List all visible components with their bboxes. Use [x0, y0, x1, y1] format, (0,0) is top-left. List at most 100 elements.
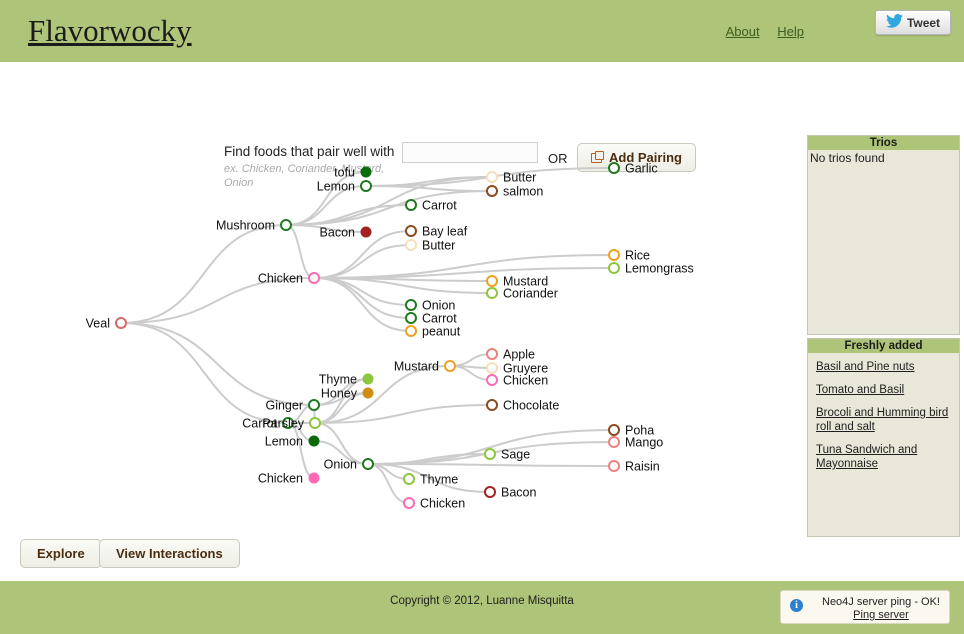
- graph-node[interactable]: Bay leaf: [405, 225, 468, 239]
- graph-node[interactable]: Butter: [405, 239, 455, 253]
- graph-node[interactable]: Carrot: [405, 199, 457, 213]
- graph-node-circle[interactable]: [309, 417, 321, 429]
- graph-node-circle[interactable]: [308, 399, 320, 411]
- graph-node[interactable]: Honey: [321, 387, 374, 401]
- graph-node-circle[interactable]: [486, 362, 498, 374]
- graph-node-circle[interactable]: [405, 225, 417, 237]
- graph-node-circle[interactable]: [360, 226, 372, 238]
- graph-node[interactable]: Parsley: [262, 417, 321, 431]
- freshly-added-title: Freshly added: [808, 339, 959, 353]
- graph-node[interactable]: Mango: [608, 436, 663, 450]
- flavor-graph[interactable]: Veal Mushroom Chicken tofu Lemon Bacon Butter s…: [0, 132, 800, 532]
- trios-panel-body: No trios found: [808, 150, 959, 166]
- graph-node-circle[interactable]: [484, 448, 496, 460]
- graph-node-circle[interactable]: [608, 262, 620, 274]
- graph-node-circle[interactable]: [360, 180, 372, 192]
- graph-node[interactable]: Lemon: [265, 435, 320, 449]
- graph-node[interactable]: Chocolate: [486, 399, 559, 413]
- graph-node-circle[interactable]: [486, 374, 498, 386]
- graph-node-circle[interactable]: [608, 436, 620, 448]
- nav-link-help[interactable]: Help: [777, 24, 804, 39]
- graph-node[interactable]: Chicken: [258, 272, 320, 286]
- graph-node-circle[interactable]: [608, 460, 620, 472]
- graph-node[interactable]: Rice: [608, 249, 650, 263]
- ping-status-text: Neo4J server ping - OK!: [822, 596, 940, 608]
- graph-edge: [120, 322, 289, 424]
- graph-node-circle[interactable]: [362, 387, 374, 399]
- graph-node-circle[interactable]: [403, 497, 415, 509]
- graph-node[interactable]: Lemongrass: [608, 262, 694, 276]
- graph-node-label: Rice: [625, 249, 650, 263]
- graph-node[interactable]: Onion: [324, 458, 374, 472]
- freshly-added-item[interactable]: Tuna Sandwich and Mayonnaise: [816, 443, 951, 471]
- graph-node-circle[interactable]: [486, 348, 498, 360]
- graph-node-label: Butter: [503, 171, 536, 185]
- graph-node[interactable]: Ginger: [265, 399, 320, 413]
- graph-node[interactable]: Apple: [486, 348, 535, 362]
- graph-node-label: Lemon: [265, 435, 303, 449]
- graph-node-circle[interactable]: [608, 249, 620, 261]
- graph-node-circle[interactable]: [362, 458, 374, 470]
- graph-node-circle[interactable]: [486, 399, 498, 411]
- graph-node-circle[interactable]: [486, 287, 498, 299]
- freshly-added-item[interactable]: Basil and Pine nuts: [816, 360, 951, 374]
- freshly-added-item[interactable]: Tomato and Basil: [816, 383, 951, 397]
- graph-node-circle[interactable]: [308, 272, 320, 284]
- graph-node-circle[interactable]: [360, 166, 372, 178]
- graph-node[interactable]: Bacon: [320, 226, 372, 240]
- graph-node-label: Raisin: [625, 460, 660, 474]
- graph-node-circle[interactable]: [405, 239, 417, 251]
- site-logo[interactable]: Flavorwocky: [28, 13, 192, 49]
- graph-node-circle[interactable]: [405, 325, 417, 337]
- graph-node-label: salmon: [503, 185, 543, 199]
- graph-node[interactable]: Thyme: [319, 373, 374, 387]
- graph-node-circle[interactable]: [280, 219, 292, 231]
- trios-panel-title: Trios: [808, 136, 959, 150]
- nav-link-about[interactable]: About: [726, 24, 760, 39]
- graph-node-circle[interactable]: [444, 360, 456, 372]
- graph-node-circle[interactable]: [484, 486, 496, 498]
- explore-button[interactable]: Explore: [20, 539, 102, 568]
- ping-server-link[interactable]: Ping server: [813, 609, 949, 621]
- graph-node-circle[interactable]: [405, 199, 417, 211]
- freshly-added-item[interactable]: Brocoli and Humming bird roll and salt: [816, 406, 951, 434]
- freshly-added-panel: Freshly added Basil and Pine nuts Tomato …: [807, 338, 960, 537]
- graph-node-circle[interactable]: [115, 317, 127, 329]
- graph-node[interactable]: Garlic: [608, 162, 658, 176]
- graph-node-circle[interactable]: [403, 473, 415, 485]
- graph-node-label: Bacon: [501, 486, 536, 500]
- graph-node[interactable]: Carrot: [405, 312, 457, 326]
- graph-node[interactable]: Raisin: [608, 460, 660, 474]
- graph-node-circle[interactable]: [308, 435, 320, 447]
- graph-node[interactable]: tofu: [334, 166, 372, 180]
- graph-node[interactable]: Butter: [486, 171, 536, 185]
- graph-node[interactable]: Onion: [405, 299, 455, 313]
- tweet-button[interactable]: Tweet: [875, 10, 951, 35]
- graph-node-circle[interactable]: [405, 312, 417, 324]
- graph-node[interactable]: Bacon: [484, 486, 536, 500]
- graph-node[interactable]: Veal: [86, 317, 127, 331]
- graph-node-circle[interactable]: [308, 472, 320, 484]
- graph-node[interactable]: Chicken: [403, 497, 465, 511]
- graph-nodes[interactable]: VealMushroomChickentofuLemonBaconButters…: [86, 162, 694, 511]
- graph-node[interactable]: Chicken: [258, 472, 320, 486]
- graph-edge: [365, 185, 493, 192]
- graph-node-circle[interactable]: [405, 299, 417, 311]
- graph-node-circle[interactable]: [486, 185, 498, 197]
- graph-node-circle[interactable]: [362, 373, 374, 385]
- graph-node[interactable]: Mustard: [394, 360, 456, 374]
- view-interactions-button[interactable]: View Interactions: [99, 539, 240, 568]
- graph-node[interactable]: Chicken: [486, 374, 548, 388]
- graph-node[interactable]: Thyme: [403, 473, 458, 487]
- graph-node-circle[interactable]: [486, 275, 498, 287]
- graph-node[interactable]: peanut: [405, 325, 461, 339]
- graph-node[interactable]: Coriander: [486, 287, 558, 301]
- graph-canvas[interactable]: VealMushroomChickentofuLemonBaconButters…: [0, 132, 800, 532]
- graph-node[interactable]: Sage: [484, 448, 530, 462]
- graph-node-circle[interactable]: [608, 424, 620, 436]
- graph-node[interactable]: salmon: [486, 185, 543, 199]
- graph-node-circle[interactable]: [486, 171, 498, 183]
- graph-node-circle[interactable]: [608, 162, 620, 174]
- graph-node-label: Thyme: [420, 473, 458, 487]
- graph-node[interactable]: Lemon: [317, 180, 372, 194]
